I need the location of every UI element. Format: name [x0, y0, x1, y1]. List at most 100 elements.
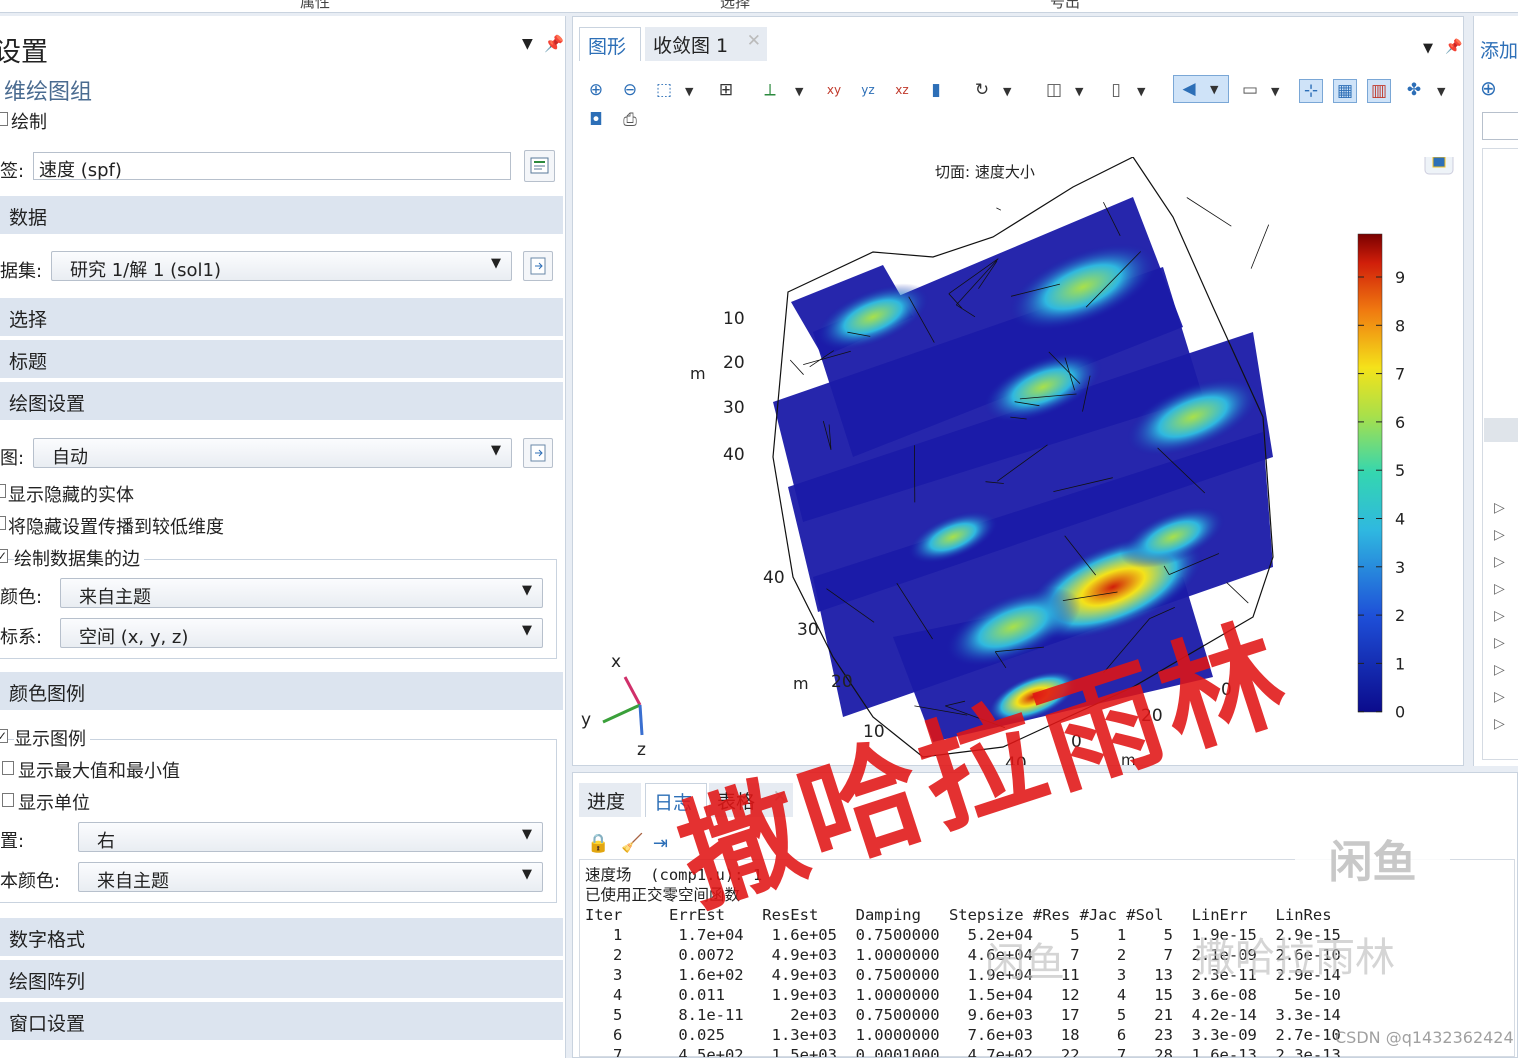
propagate-hidden-checkbox[interactable] — [0, 516, 6, 530]
chevron-down-icon[interactable]: ▼ — [685, 85, 693, 98]
log-row-5: 5 8.1e-11 2e+03 0.7500000 9.6e+03 17 5 2… — [585, 1006, 1341, 1024]
show-legend-label: 显示图例 — [14, 725, 90, 751]
tab-progress[interactable]: 进度 — [579, 783, 641, 817]
transparency-icon[interactable]: ▯ — [1105, 79, 1127, 101]
tab-graphics[interactable]: 图形 — [579, 27, 641, 61]
rotate-icon[interactable]: ↻ — [971, 79, 993, 101]
zoom-extents-icon[interactable]: ⊞ — [715, 79, 737, 101]
close-icon[interactable]: ✕ — [747, 31, 761, 51]
position-select[interactable]: 右 ▼ — [78, 822, 543, 852]
show-axis-icon[interactable]: ⊹ — [1299, 79, 1323, 103]
dataset-goto-button[interactable] — [523, 251, 553, 281]
plot-icon[interactable] — [0, 112, 8, 126]
show-maxmin-checkbox[interactable] — [2, 761, 14, 775]
camera-icon[interactable]: ◘ — [585, 109, 607, 131]
tree-expand-icon[interactable]: ▷ — [1494, 608, 1505, 624]
text-color-select[interactable]: 来自主题 ▼ — [78, 862, 543, 892]
triad-x: x — [611, 652, 621, 672]
wireframe-icon[interactable]: ▭ — [1239, 79, 1261, 101]
colorbar-tick-label: 9 — [1395, 268, 1405, 287]
watermark-xianyu-logo: 闲鱼 — [1295, 820, 1450, 905]
dataset-select[interactable]: 研究 1/解 1 (sol1) ▼ — [51, 251, 512, 281]
show-hidden-checkbox[interactable] — [0, 484, 6, 498]
btick-30: 30 — [797, 620, 819, 640]
zoom-in-icon[interactable]: ⊕ — [585, 79, 607, 101]
panel-menu-chevron-icon[interactable]: ▼ — [1423, 41, 1433, 56]
camera-view-icon: ◀ — [1182, 79, 1196, 99]
chevron-down-icon[interactable]: ▼ — [1075, 85, 1083, 98]
plot-button[interactable]: 绘制 — [11, 108, 47, 134]
axis-unit-bottom: m — [793, 674, 809, 693]
label-edit-button[interactable] — [524, 150, 555, 182]
show-grid-icon[interactable]: ▦ — [1333, 79, 1357, 103]
tree-expand-icon[interactable]: ▷ — [1494, 500, 1505, 516]
zoom-box-icon[interactable]: ⬚ — [653, 79, 675, 101]
triad-y: y — [581, 710, 591, 730]
btick-20: 20 — [831, 672, 853, 692]
tab-convergence[interactable]: 收敛图 1 ✕ — [645, 27, 767, 61]
clear-log-icon[interactable]: 🧹 — [621, 833, 643, 854]
print-icon[interactable]: ⎙ — [619, 109, 641, 131]
list-selected-row[interactable] — [1484, 418, 1518, 442]
tree-expand-icon[interactable]: ▷ — [1494, 662, 1505, 678]
pin-icon[interactable]: 📌 — [1445, 39, 1462, 55]
tree-expand-icon[interactable]: ▷ — [1494, 689, 1505, 705]
show-units-checkbox[interactable] — [2, 793, 14, 807]
export-log-icon[interactable]: ⇥ — [653, 833, 668, 854]
section-title[interactable]: 标题 — [0, 340, 563, 379]
top-item-export[interactable]: 号出 — [1050, 0, 1080, 12]
settings-title: 设置 — [0, 37, 48, 68]
show-legend-checkbox[interactable]: ✓ — [0, 729, 8, 743]
settings-subtitle: 维绘图组 — [4, 80, 93, 105]
scene-light-icon[interactable]: ◫ — [1043, 79, 1065, 101]
view-select[interactable]: 自动 ▼ — [33, 438, 512, 468]
chevron-down-icon[interactable]: ▼ — [795, 85, 803, 98]
view-xy-icon[interactable]: xy — [823, 79, 845, 101]
pin-icon[interactable]: 📌 — [544, 34, 564, 53]
section-selection[interactable]: 选择 — [0, 298, 563, 337]
color-caption: 颜色: — [0, 587, 43, 608]
plot-edges-checkbox[interactable]: ✓ — [0, 549, 8, 563]
label-field[interactable]: 速度 (spf) — [33, 152, 511, 181]
axis-triad: x y z — [581, 652, 646, 760]
globe-icon[interactable]: ⊕ — [1480, 76, 1497, 100]
reset-view-icon[interactable]: ✤ — [1403, 79, 1425, 101]
color-select[interactable]: 来自主题 ▼ — [60, 578, 543, 608]
colorbar-tick-label: 2 — [1395, 606, 1405, 625]
view-caption: 图: — [0, 448, 25, 469]
section-plot-array[interactable]: 绘图阵列 — [0, 960, 563, 999]
render-mode-button[interactable]: ◀ ▼ — [1173, 75, 1229, 103]
frame-select[interactable]: 空间 (x, y, z) ▼ — [60, 618, 543, 648]
filter-input[interactable] — [1482, 112, 1518, 140]
tree-expand-icon[interactable]: ▷ — [1494, 716, 1505, 732]
panel-menu-chevron-icon[interactable]: ▼ — [522, 36, 533, 52]
top-item-selection[interactable]: 选择 — [720, 0, 750, 12]
lock-icon[interactable]: 🔒 — [587, 833, 609, 854]
section-color-legend[interactable]: 颜色图例 — [0, 672, 563, 711]
section-window-settings[interactable]: 窗口设置 — [0, 1002, 563, 1041]
view-xz-icon[interactable]: xz — [891, 79, 913, 101]
colorbar-tick-label: 5 — [1395, 461, 1405, 480]
tree-expand-icon[interactable]: ▷ — [1494, 554, 1505, 570]
chevron-down-icon[interactable]: ▼ — [1137, 85, 1145, 98]
ytick-10: 10 — [723, 309, 745, 329]
position-caption: 置: — [0, 831, 25, 852]
top-item-properties[interactable]: 属性 — [300, 0, 330, 12]
chevron-down-icon[interactable]: ▼ — [1437, 85, 1445, 98]
tree-expand-icon[interactable]: ▷ — [1494, 581, 1505, 597]
section-plot-settings[interactable]: 绘图设置 — [0, 382, 563, 421]
axis-orientation-icon[interactable]: ⟂ — [759, 79, 781, 101]
chevron-down-icon[interactable]: ▼ — [1003, 85, 1011, 98]
tab-add[interactable]: 添加 — [1480, 36, 1518, 63]
section-data[interactable]: 数据 — [0, 196, 563, 235]
show-legend-icon[interactable]: ▥ — [1367, 79, 1391, 103]
chevron-down-icon[interactable]: ▼ — [1271, 85, 1279, 98]
section-number-format[interactable]: 数字格式 — [0, 918, 563, 957]
tree-expand-icon[interactable]: ▷ — [1494, 635, 1505, 651]
view-yz-icon[interactable]: yz — [857, 79, 879, 101]
zoom-out-icon[interactable]: ⊖ — [619, 79, 641, 101]
tree-expand-icon[interactable]: ▷ — [1494, 527, 1505, 543]
add-plot-panel: 添加 ⊕ ▷ ▷ ▷ ▷ ▷ ▷ ▷ ▷ ▷ — [1473, 16, 1518, 766]
go-to-view-icon[interactable]: ▮ — [925, 79, 947, 101]
view-goto-button[interactable] — [523, 438, 553, 468]
